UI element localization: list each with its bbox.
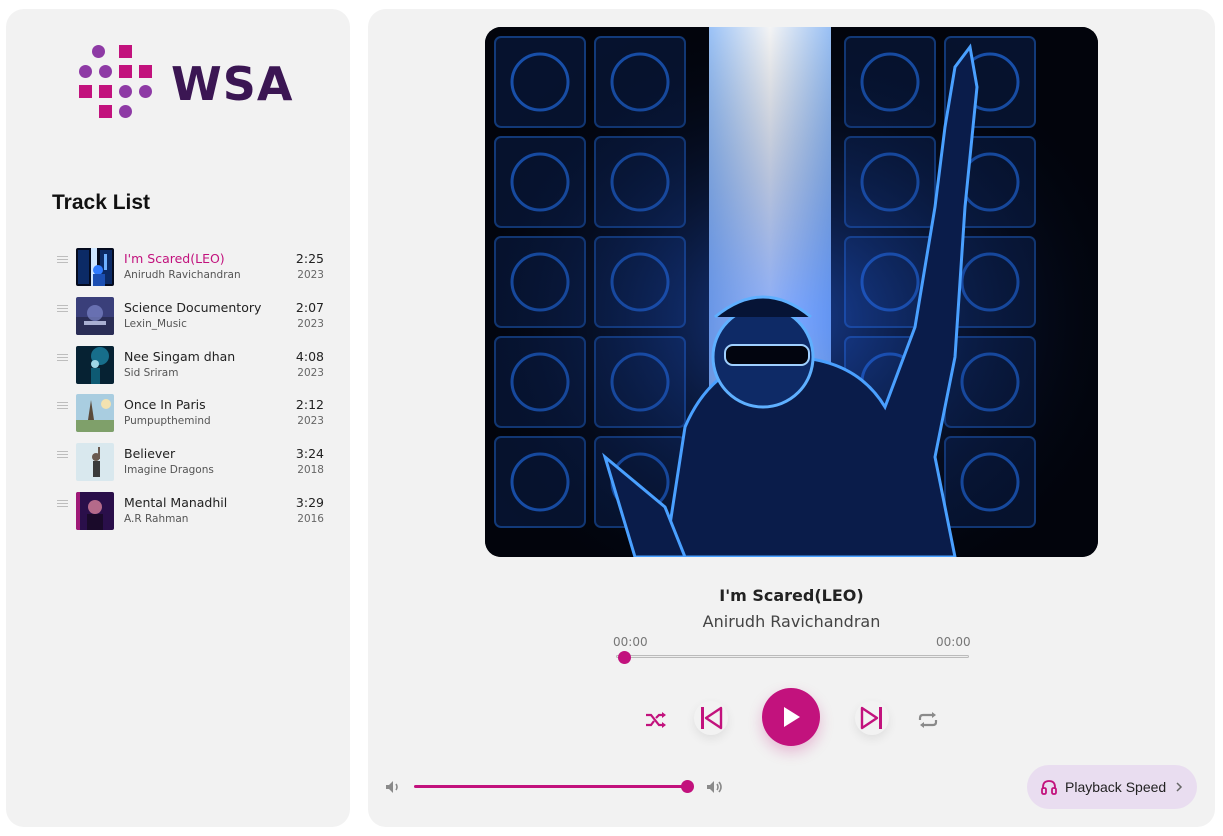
track-artist: Imagine Dragons (124, 464, 214, 477)
track-artist: A.R Rahman (124, 512, 189, 525)
playback-speed-button[interactable]: Playback Speed (1027, 765, 1197, 809)
headphones-icon (1041, 780, 1057, 795)
track-duration: 2:07 (295, 299, 324, 315)
track-item[interactable]: Mental Manadhil A.R Rahman 3:29 2016 (52, 483, 332, 532)
player-panel: I'm Scared(LEO) Anirudh Ravichandran 00:… (368, 9, 1215, 827)
drag-handle-icon[interactable] (57, 402, 68, 410)
total-time: 00:00 (936, 635, 971, 649)
volume-slider[interactable] (414, 780, 694, 793)
track-duration: 2:25 (295, 251, 324, 266)
now-playing-title: I'm Scared(LEO) (719, 586, 864, 605)
repeat-icon (918, 712, 938, 728)
drag-handle-icon[interactable] (57, 353, 68, 361)
track-title: Nee Singam dhan (124, 348, 236, 364)
skip-next-icon (860, 706, 882, 730)
volume-high-icon (707, 781, 722, 793)
previous-button[interactable] (694, 701, 728, 735)
track-thumbnail (76, 491, 114, 530)
track-title: Once In Paris (124, 397, 206, 413)
track-thumbnail (76, 345, 114, 384)
album-cover (485, 27, 1098, 557)
track-year: 2023 (297, 415, 324, 428)
track-duration: 2:12 (295, 397, 324, 413)
logo-mark (79, 45, 159, 125)
track-year: 2023 (297, 269, 324, 281)
track-title: I'm Scared(LEO) (124, 251, 225, 266)
now-playing-artist: Anirudh Ravichandran (702, 612, 881, 631)
track-thumbnail (76, 443, 114, 482)
drag-handle-icon[interactable] (57, 256, 68, 263)
repeat-button[interactable] (916, 709, 940, 731)
track-duration: 3:24 (295, 446, 324, 462)
playback-speed-label: Playback Speed (1065, 779, 1167, 795)
seek-bar[interactable] (616, 651, 969, 664)
mute-button[interactable] (384, 779, 402, 795)
next-button[interactable] (855, 701, 889, 735)
drag-handle-icon[interactable] (57, 499, 68, 507)
track-title: Science Documentory (124, 299, 262, 315)
track-artist: Sid Sriram (124, 366, 179, 379)
track-duration: 4:08 (295, 348, 324, 364)
track-artist: Lexin_Music (124, 317, 187, 330)
sidebar: WSA Track List I'm Scared(LEO) Anirudh R… (6, 9, 350, 827)
track-year: 2023 (297, 366, 324, 379)
track-item[interactable]: Believer Imagine Dragons 3:24 2018 (52, 434, 332, 483)
track-list: I'm Scared(LEO) Anirudh Ravichandran 2:2… (52, 239, 332, 532)
track-item[interactable]: Nee Singam dhan Sid Sriram 4:08 2023 (52, 337, 332, 386)
track-item[interactable]: I'm Scared(LEO) Anirudh Ravichandran 2:2… (52, 239, 332, 288)
max-volume-button[interactable] (705, 779, 725, 795)
track-year: 2016 (297, 512, 324, 525)
track-duration: 3:29 (295, 494, 324, 510)
track-thumbnail (76, 394, 114, 433)
track-item[interactable]: Science Documentory Lexin_Music 2:07 202… (52, 288, 332, 337)
volume-low-icon (386, 781, 398, 793)
skip-previous-icon (701, 706, 723, 730)
seek-thumb[interactable] (618, 651, 632, 664)
shuffle-icon (646, 712, 666, 728)
chevron-right-icon (1176, 782, 1183, 792)
brand-logo[interactable]: WSA (79, 45, 309, 135)
shuffle-button[interactable] (644, 709, 668, 731)
logo-text: WSA (171, 57, 294, 111)
drag-handle-icon[interactable] (57, 304, 68, 312)
current-time: 00:00 (613, 635, 648, 649)
play-icon (784, 707, 800, 727)
track-artist: Anirudh Ravichandran (124, 269, 241, 281)
track-list-heading: Track List (52, 191, 151, 214)
track-thumbnail (76, 296, 114, 335)
track-title: Mental Manadhil (124, 494, 228, 510)
drag-handle-icon[interactable] (57, 451, 68, 459)
track-thumbnail (76, 248, 114, 286)
track-artist: Pumpupthemind (124, 415, 211, 428)
play-button[interactable] (762, 688, 820, 746)
track-title: Believer (124, 446, 176, 462)
track-year: 2018 (297, 464, 324, 477)
track-year: 2023 (297, 317, 324, 330)
volume-thumb[interactable] (681, 780, 694, 793)
track-item[interactable]: Once In Paris Pumpupthemind 2:12 2023 (52, 385, 332, 434)
